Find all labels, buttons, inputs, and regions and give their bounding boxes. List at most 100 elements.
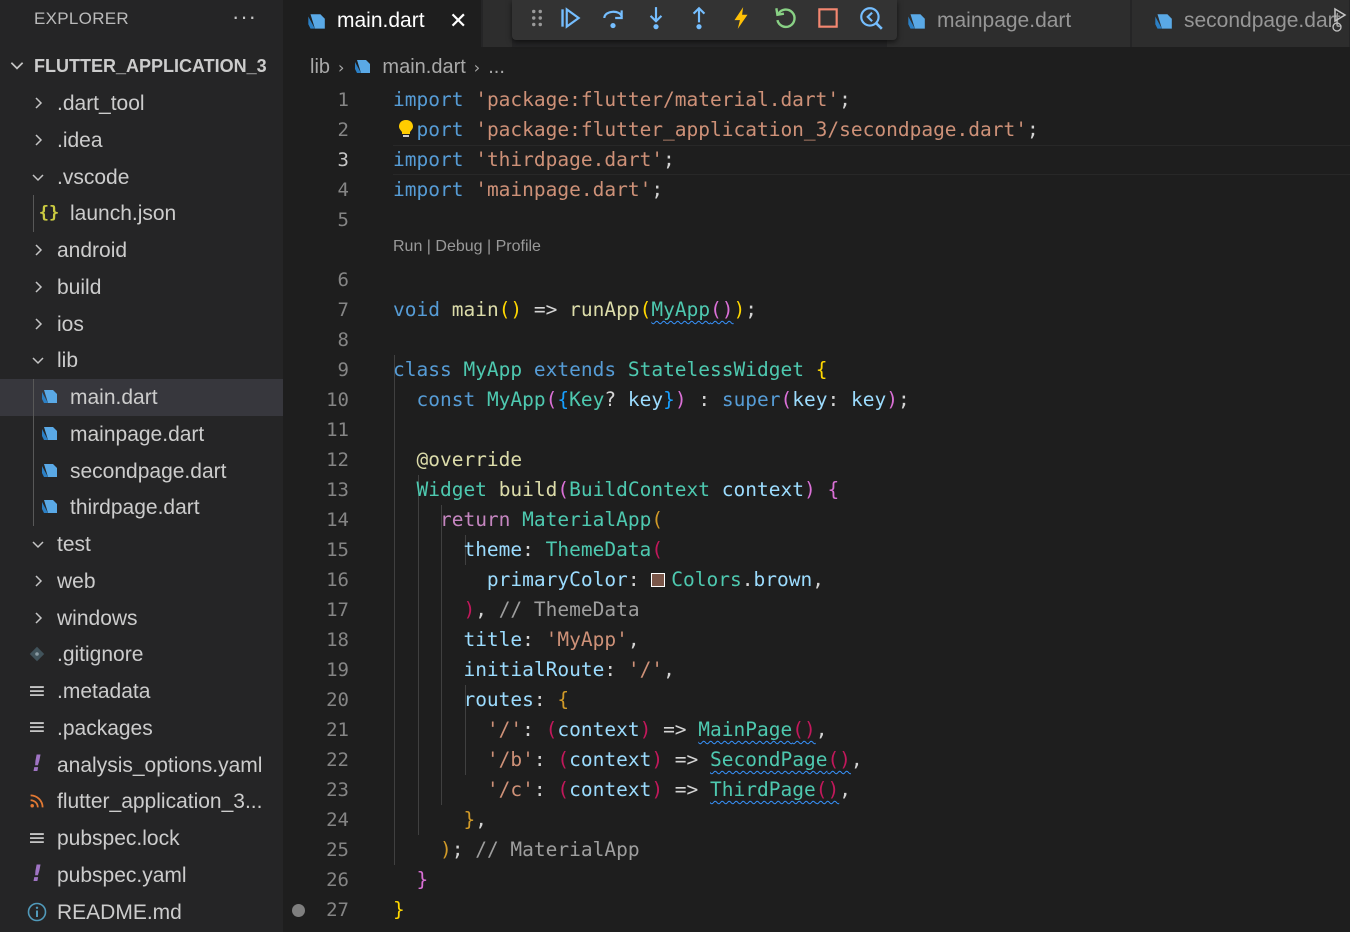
tree-item-launch-json[interactable]: {} launch.json bbox=[0, 195, 283, 232]
debug-toolbar bbox=[512, 0, 897, 40]
tab-secondpage-dart[interactable]: secondpage.dart bbox=[1132, 0, 1350, 47]
code-line-25: } bbox=[416, 868, 429, 891]
breadcrumb-symbol[interactable]: ... bbox=[488, 56, 505, 79]
tree-item-packages[interactable]: ≡ .packages bbox=[0, 710, 283, 747]
tree-item-test[interactable]: test bbox=[0, 526, 283, 563]
dart-icon bbox=[39, 461, 59, 481]
close-icon[interactable]: ✕ bbox=[449, 9, 467, 34]
tree-item-pubspec-yaml[interactable]: ! pubspec.yaml bbox=[0, 857, 283, 894]
dart-icon bbox=[355, 60, 371, 73]
tree-item-label: README.md bbox=[57, 900, 182, 924]
tree-item-analysis-options-yaml[interactable]: ! analysis_options.yaml bbox=[0, 747, 283, 784]
tree-item-android[interactable]: android bbox=[0, 232, 283, 269]
lines-icon: ≡ bbox=[27, 678, 47, 704]
tree-item-gitignore[interactable]: .gitignore bbox=[0, 636, 283, 673]
chevron-right-icon bbox=[30, 316, 46, 332]
tree-item-thirdpage-dart[interactable]: thirdpage.dart bbox=[0, 489, 283, 526]
dart-icon bbox=[308, 14, 325, 29]
tree-item-label: .packages bbox=[57, 716, 153, 740]
tree-item-label: ios bbox=[57, 312, 84, 336]
tree-item-label: analysis_options.yaml bbox=[57, 753, 263, 777]
tree-item-label: windows bbox=[57, 606, 138, 630]
code-line-13: return MaterialApp( bbox=[439, 508, 664, 531]
tree-item-ios[interactable]: ios bbox=[0, 306, 283, 343]
tree-item-secondpage-dart[interactable]: secondpage.dart bbox=[0, 453, 283, 490]
code-editor[interactable]: 1 2 3 4 5 6 7 8 9 10 11 12 13 14 15 16 17 18 19 20 21 22 23 24 2… bbox=[283, 85, 1350, 932]
line-number: 12 bbox=[326, 449, 349, 471]
tree-item-build[interactable]: build bbox=[0, 269, 283, 306]
tab-label: secondpage.dart bbox=[1184, 9, 1341, 32]
code-line-1: import 'package:flutter/material.dart'; bbox=[393, 88, 851, 111]
breadcrumb-folder[interactable]: lib bbox=[310, 56, 330, 79]
code-line-6: void main() => runApp(MyApp()); bbox=[393, 298, 758, 321]
tab-mainpage-dart[interactable]: mainpage.dart bbox=[887, 0, 1131, 47]
dart-icon bbox=[1155, 14, 1172, 29]
continue-icon[interactable] bbox=[555, 3, 585, 33]
tree-item-flutter-application-3[interactable]: flutter_application_3... bbox=[0, 783, 283, 820]
drag-handle-icon[interactable] bbox=[522, 3, 552, 33]
step-over-icon[interactable] bbox=[598, 3, 628, 33]
chevron-down-icon bbox=[10, 62, 24, 70]
chevron-down-icon bbox=[30, 536, 46, 552]
tab-label: mainpage.dart bbox=[937, 9, 1072, 32]
step-out-icon[interactable] bbox=[684, 3, 714, 33]
chevron-right-icon bbox=[30, 242, 46, 258]
tree-item-label: pubspec.yaml bbox=[57, 863, 187, 887]
codelens-run-debug-profile[interactable]: Run | Debug | Profile bbox=[393, 238, 541, 256]
project-folder-row[interactable]: FLUTTER_APPLICATION_3 bbox=[0, 48, 283, 85]
tree-item-vscode[interactable]: .vscode bbox=[0, 159, 283, 196]
dart-icon bbox=[39, 424, 59, 444]
tree-item-idea[interactable]: .idea bbox=[0, 122, 283, 159]
code-line-24: ); // MaterialApp bbox=[439, 838, 640, 861]
tree-item-metadata[interactable]: ≡ .metadata bbox=[0, 673, 283, 710]
code-line-14: theme: ThemeData( bbox=[463, 538, 664, 561]
breadcrumb-file[interactable]: main.dart bbox=[382, 56, 465, 79]
tree-item-label: .vscode bbox=[57, 165, 130, 189]
chevron-right-icon: › bbox=[473, 57, 481, 77]
tree-item-windows[interactable]: windows bbox=[0, 600, 283, 637]
explorer-title: EXPLORER bbox=[34, 9, 129, 28]
tab-hidden[interactable] bbox=[483, 0, 513, 47]
rss-icon bbox=[27, 791, 47, 811]
line-number: 19 bbox=[326, 659, 349, 681]
line-number: 1 bbox=[337, 89, 349, 111]
color-swatch[interactable] bbox=[651, 573, 666, 587]
more-actions-icon[interactable]: ··· bbox=[232, 4, 257, 30]
code-line-12: Widget build(BuildContext context) { bbox=[416, 478, 840, 501]
split-editor-icon[interactable] bbox=[1329, 5, 1349, 33]
tree-item-lib[interactable]: lib bbox=[0, 342, 283, 379]
tab-main-dart[interactable]: main.dart ✕ bbox=[283, 0, 482, 47]
tree-item-web[interactable]: web bbox=[0, 563, 283, 600]
git-icon bbox=[27, 644, 47, 664]
tree-item-label: android bbox=[57, 239, 128, 262]
tree-item-main-dart[interactable]: main.dart bbox=[0, 379, 283, 416]
code-line-11: @override bbox=[416, 448, 523, 471]
code-line-16: ), // ThemeData bbox=[463, 598, 640, 621]
hot-reload-icon[interactable] bbox=[726, 3, 756, 33]
breadcrumb: lib › main.dart › ... bbox=[310, 53, 505, 81]
stop-icon[interactable] bbox=[813, 3, 843, 33]
tree-item-mainpage-dart[interactable]: mainpage.dart bbox=[0, 416, 283, 453]
line-number: 23 bbox=[326, 779, 349, 801]
tree-item-label: test bbox=[57, 533, 91, 556]
breakpoint-hint-dot[interactable] bbox=[292, 904, 305, 917]
line-number: 8 bbox=[337, 329, 349, 351]
line-number: 5 bbox=[337, 209, 349, 231]
line-number: 24 bbox=[326, 809, 349, 831]
tree-item-pubspec-lock[interactable]: ≡ pubspec.lock bbox=[0, 820, 283, 857]
code-line-3: import 'thirdpage.dart'; bbox=[393, 148, 675, 171]
tree-item-dart-tool[interactable]: .dart_tool bbox=[0, 85, 283, 122]
chevron-down-icon bbox=[30, 352, 46, 368]
json-icon: {} bbox=[38, 203, 60, 224]
chevron-right-icon bbox=[30, 132, 46, 148]
restart-icon[interactable] bbox=[770, 3, 800, 33]
line-number: 25 bbox=[326, 839, 349, 861]
tree-item-label: .idea bbox=[57, 128, 103, 152]
devtools-icon[interactable] bbox=[856, 3, 886, 33]
step-into-icon[interactable] bbox=[641, 3, 671, 33]
code-line-19: routes: { bbox=[463, 688, 570, 711]
dart-icon bbox=[39, 387, 59, 407]
chevron-down-icon bbox=[30, 169, 46, 185]
code-line-20: '/': (context) => MainPage(), bbox=[486, 718, 828, 741]
tree-item-readme-md[interactable]: README.md bbox=[0, 894, 283, 931]
